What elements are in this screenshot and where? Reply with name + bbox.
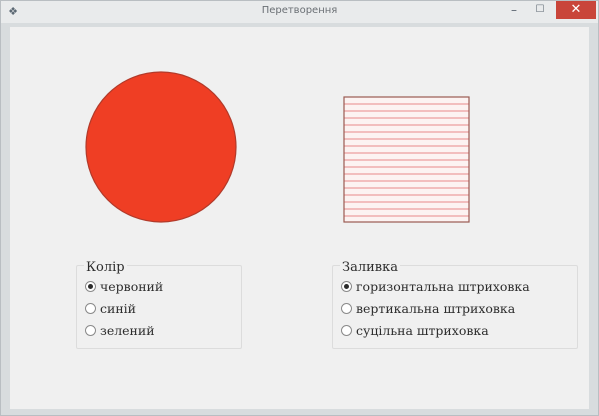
app-window: ❖ Перетворення – ☐ ✕ Колір червоний сині… <box>0 0 599 416</box>
radio-button[interactable] <box>85 303 96 314</box>
option-label: червоний <box>100 279 164 294</box>
close-button[interactable]: ✕ <box>556 1 596 19</box>
radio-button[interactable] <box>341 303 352 314</box>
fill-group-title: Заливка <box>340 260 400 275</box>
drawing-canvas <box>85 71 470 223</box>
client-area: Колір червоний синій зелений Заливка гор… <box>10 27 589 409</box>
radio-button[interactable] <box>341 281 352 292</box>
radio-button[interactable] <box>85 281 96 292</box>
option-label: зелений <box>100 323 155 338</box>
maximize-button[interactable]: ☐ <box>527 1 553 19</box>
red-circle-shape <box>85 71 237 223</box>
color-option-green[interactable]: зелений <box>85 323 155 338</box>
color-option-red[interactable]: червоний <box>85 279 163 294</box>
color-groupbox: Колір червоний синій зелений <box>76 260 242 349</box>
hatched-square-shape <box>343 96 470 223</box>
option-label: синій <box>100 301 136 316</box>
color-group-title: Колір <box>84 260 127 275</box>
option-label: вертикальна штриховка <box>356 301 516 316</box>
fill-groupbox: Заливка горизонтальна штриховка вертикал… <box>332 260 578 349</box>
option-label: суцільна штриховка <box>356 323 489 338</box>
title-bar[interactable]: ❖ Перетворення – ☐ ✕ <box>1 1 598 23</box>
fill-option-solid[interactable]: суцільна штриховка <box>341 323 489 338</box>
radio-button[interactable] <box>85 325 96 336</box>
fill-option-horizontal[interactable]: горизонтальна штриховка <box>341 279 530 294</box>
color-option-blue[interactable]: синій <box>85 301 136 316</box>
minimize-button[interactable]: – <box>501 1 527 19</box>
radio-button[interactable] <box>341 325 352 336</box>
option-label: горизонтальна штриховка <box>356 279 530 294</box>
fill-option-vertical[interactable]: вертикальна штриховка <box>341 301 515 316</box>
